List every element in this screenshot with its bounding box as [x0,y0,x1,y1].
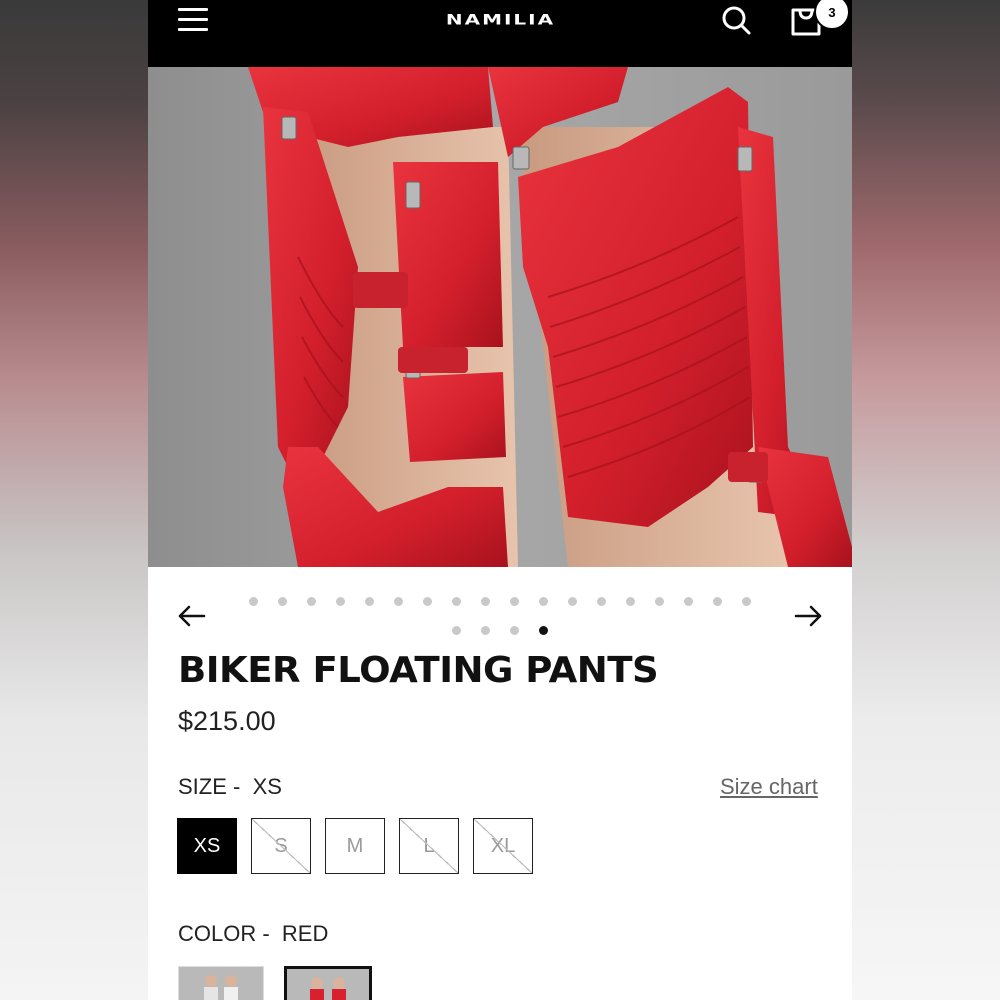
carousel-dot[interactable] [336,597,345,606]
carousel-dot[interactable] [684,597,693,606]
carousel-dot[interactable] [510,597,519,606]
size-option-m[interactable]: M [325,818,385,874]
carousel-dot[interactable] [481,626,490,635]
color-swatch-thumbnail[interactable] [178,966,264,1000]
site-header: NAMILIA 3 [148,0,852,67]
size-option-xs[interactable]: XS [177,818,237,874]
size-option-label: S [274,834,288,857]
size-option-xl[interactable]: XL [473,818,533,874]
size-label: SIZE - XS [178,774,282,800]
product-title: BIKER FLOATING PANTS [178,650,659,691]
color-label: COLOR - RED [178,921,328,947]
size-option-label: L [423,834,435,857]
cart-count-badge[interactable]: 3 [814,0,850,30]
size-option-label: XL [490,834,516,857]
carousel-dot[interactable] [539,597,548,606]
carousel-dot[interactable] [452,597,461,606]
brand-logo[interactable]: NAMILIA [418,11,583,28]
carousel-pagination-row-2 [148,626,852,635]
color-label-prefix: COLOR - [178,921,270,946]
carousel-dot[interactable] [713,597,722,606]
carousel-dot[interactable] [626,597,635,606]
product-price: $215.00 [178,706,276,736]
carousel-dot[interactable] [423,597,432,606]
color-swatches [178,966,392,1000]
size-option-label: XS [193,834,221,857]
carousel-dot[interactable] [249,597,258,606]
color-swatch-thumbnail-red[interactable] [284,966,372,1000]
blurred-backdrop-left [0,0,148,1000]
size-option-label: M [346,834,364,857]
blurred-backdrop-right [852,0,1000,1000]
carousel-dot[interactable] [510,626,519,635]
carousel-dot[interactable] [568,597,577,606]
carousel-dot[interactable] [742,597,751,606]
product-photo[interactable] [148,67,852,567]
search-icon[interactable] [720,4,752,36]
size-option-l[interactable]: L [399,818,459,874]
product-page: NAMILIA 3 BIKER FLOATING PANTS $215.00 S… [148,0,852,1000]
selected-color-value: RED [281,921,329,946]
carousel-pagination-row-1 [148,597,852,606]
carousel-dot[interactable] [452,626,461,635]
size-chart-link[interactable]: Size chart [720,774,818,800]
selected-size-value: XS [252,774,282,799]
carousel-dot[interactable] [597,597,606,606]
carousel-dot[interactable] [278,597,287,606]
size-options: XS S M L XL [177,818,547,874]
carousel-dot[interactable] [394,597,403,606]
hamburger-menu-icon[interactable] [178,8,208,32]
carousel-dot[interactable] [539,626,548,635]
size-label-prefix: SIZE - [178,774,241,799]
carousel-dot[interactable] [365,597,374,606]
carousel-dot[interactable] [481,597,490,606]
carousel-dot[interactable] [655,597,664,606]
size-option-s[interactable]: S [251,818,311,874]
carousel-dot[interactable] [307,597,316,606]
